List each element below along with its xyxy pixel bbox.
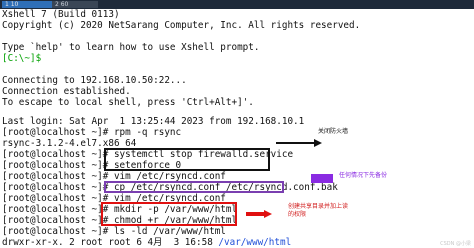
terminal-line: [root@localhost ~]# rpm -q rsync — [2, 127, 182, 138]
terminal-line: drwxr-xr-x. 2 root root 6 4月 3 16:58 /va… — [2, 237, 291, 248]
mkdir-arrow-shaft — [246, 212, 264, 216]
terminal-line: Type `help' to learn how to use Xshell p… — [2, 42, 260, 53]
backup-command-highlight — [104, 181, 284, 193]
tab-session-2[interactable]: 2 60 — [52, 1, 98, 8]
mkdir-arrow-head — [264, 210, 272, 218]
backup-arrow — [311, 174, 333, 183]
mkdir-chmod-highlight — [101, 202, 237, 226]
firewall-arrow-shaft — [276, 142, 314, 144]
directory-name: /var/www/html — [218, 237, 292, 248]
terminal-line: Xshell 7 (Build 0113) — [2, 9, 120, 20]
terminal-line: Copyright (c) 2020 NetSarang Computer, I… — [2, 20, 361, 31]
annotation-create-share-dir: 创建共享目录并加上读 的权限 — [288, 203, 349, 218]
terminal-line: Connecting to 192.168.10.50:22... — [2, 75, 187, 86]
watermark: CSDN @小梁 — [440, 241, 471, 247]
ls-output-text: drwxr-xr-x. 2 root root 6 4月 3 16:58 — [2, 237, 219, 248]
annotation-close-firewall: 关闭防火墙 — [318, 128, 349, 135]
terminal-line: To escape to local shell, press 'Ctrl+Al… — [2, 97, 254, 108]
terminal-output[interactable]: Xshell 7 (Build 0113) Copyright (c) 2020… — [0, 9, 474, 248]
local-shell-prompt: [C:\~]$ — [2, 53, 42, 64]
terminal-line: Last login: Sat Apr 1 13:25:44 2023 from… — [2, 116, 305, 127]
firewall-arrow-head — [314, 139, 322, 147]
terminal-line: [root@localhost ~]# ls -ld /var/www/html — [2, 226, 226, 237]
tab-bar: 1 10 2 60 — [0, 0, 474, 9]
terminal-line: Connection established. — [2, 86, 131, 97]
annotation-backup-first: 任何情况下先备份 — [339, 172, 388, 179]
firewall-commands-highlight — [104, 148, 270, 171]
xshell-window: 1 10 2 60 Xshell 7 (Build 0113) Copyrigh… — [0, 0, 474, 248]
tab-session-1[interactable]: 1 10 — [2, 1, 54, 8]
